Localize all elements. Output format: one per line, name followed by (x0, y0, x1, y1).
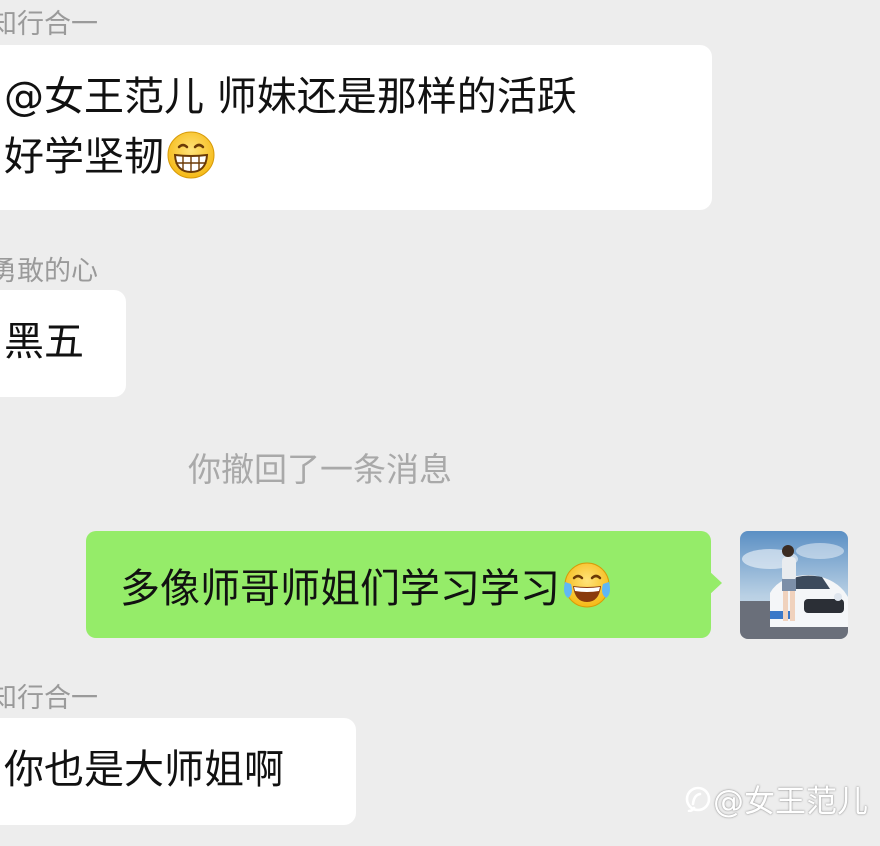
sender-name: 勇敢的心 (0, 256, 98, 287)
chat-view: 知行合一 @女王范儿 师妹还是那样的活跃 好学坚韧 勇敢的心 黑五 你撤回了一条… (0, 0, 880, 846)
sender-name: 知行合一 (0, 683, 98, 714)
message-text: 好学坚韧 (4, 127, 712, 187)
message-text: 多像师哥师姐们学习学习 (120, 565, 560, 612)
user-avatar[interactable] (740, 531, 848, 639)
outgoing-message-bubble[interactable]: 多像师哥师姐们学习学习 (86, 531, 711, 638)
recalled-message-notice: 你撤回了一条消息 (188, 450, 452, 489)
watermark: @女王范儿 (685, 776, 868, 821)
watermark-text: @女王范儿 (713, 784, 868, 820)
message-text: @女王范儿 师妹还是那样的活跃 (4, 74, 577, 120)
message-bubble[interactable]: 你也是大师姐啊 (0, 718, 356, 825)
message-text: 黑五 (4, 319, 84, 365)
bubble-tail (708, 570, 722, 596)
grinning-face-emoji (167, 131, 215, 179)
message-bubble[interactable]: 黑五 (0, 290, 126, 397)
avatar-photo (740, 531, 848, 639)
message-bubble[interactable]: @女王范儿 师妹还是那样的活跃 好学坚韧 (0, 45, 712, 210)
tears-of-joy-emoji (564, 562, 610, 607)
message-text: 你也是大师姐啊 (4, 747, 284, 793)
zhihu-logo-icon (685, 786, 711, 812)
sender-name: 知行合一 (0, 9, 98, 40)
